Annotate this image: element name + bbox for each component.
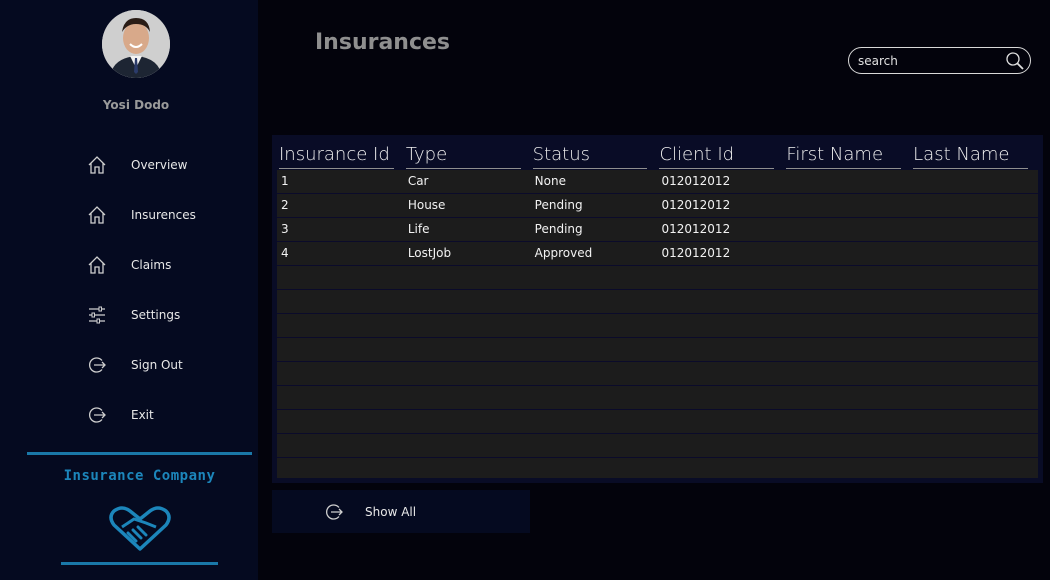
exit-icon: [86, 404, 108, 426]
insurances-table: Insurance Id Type Status Client Id First…: [272, 135, 1043, 483]
page-title: Insurances: [315, 30, 451, 55]
column-header[interactable]: Type: [404, 140, 531, 170]
home-icon: [86, 154, 108, 176]
table-row[interactable]: 3 Life Pending 012012012: [277, 218, 1038, 242]
nav-item-exit[interactable]: Exit: [86, 401, 246, 429]
home-icon: [86, 254, 108, 276]
nav-item-label: Settings: [131, 308, 181, 322]
empty-row: [277, 386, 1038, 410]
table-cell: 012012012: [661, 174, 731, 188]
column-header[interactable]: Insurance Id: [277, 140, 404, 170]
table-row[interactable]: 4 LostJob Approved 012012012: [277, 242, 1038, 266]
sliders-icon: [86, 304, 108, 326]
divider: [27, 452, 252, 455]
table-row[interactable]: 2 House Pending 012012012: [277, 194, 1038, 218]
avatar: [102, 10, 170, 78]
table-cell: [911, 218, 1038, 241]
empty-row: [277, 410, 1038, 434]
table-cell: None: [534, 174, 566, 188]
column-header[interactable]: Client Id: [657, 140, 784, 170]
search-icon[interactable]: [1004, 50, 1026, 72]
table-cell: [784, 218, 911, 241]
table-cell: Approved: [534, 246, 593, 260]
table-cell: [784, 170, 911, 193]
sidebar: Yosi Dodo Overview Insurences Claims Set…: [0, 0, 258, 580]
show-all-label: Show All: [365, 504, 417, 519]
table-cell: 012012012: [661, 246, 731, 260]
table-cell: House: [407, 198, 446, 212]
table-cell: Car: [407, 174, 429, 188]
nav-item-claims[interactable]: Claims: [86, 251, 246, 279]
nav-item-label: Sign Out: [131, 358, 183, 372]
table-cell: Pending: [534, 222, 583, 236]
home-icon: [86, 204, 108, 226]
empty-row: [277, 290, 1038, 314]
exit-icon: [86, 354, 108, 376]
table-cell: 012012012: [661, 198, 731, 212]
table-cell: [911, 170, 1038, 193]
table-cell: Life: [407, 222, 430, 236]
table-cell: 2: [281, 198, 289, 212]
table-row[interactable]: 1 Car None 012012012: [277, 170, 1038, 194]
empty-row: [277, 314, 1038, 338]
nav-item-label: Exit: [131, 408, 154, 422]
column-header[interactable]: First Name: [784, 140, 911, 170]
search-box[interactable]: [848, 47, 1031, 74]
show-all-button[interactable]: Show All: [272, 490, 530, 533]
empty-row: [277, 338, 1038, 362]
search-input[interactable]: [858, 53, 1004, 68]
divider: [61, 562, 218, 565]
column-header[interactable]: Status: [531, 140, 658, 170]
table-cell: 3: [281, 222, 289, 236]
table-cell: 1: [281, 174, 289, 188]
nav-item-settings[interactable]: Settings: [86, 301, 246, 329]
nav-item-sign-out[interactable]: Sign Out: [86, 351, 246, 379]
table-cell: [784, 242, 911, 265]
empty-row: [277, 362, 1038, 386]
nav-item-label: Insurences: [131, 208, 196, 222]
table-cell: Pending: [534, 198, 583, 212]
table-cell: LostJob: [407, 246, 452, 260]
nav-item-label: Overview: [131, 158, 188, 172]
user-name: Yosi Dodo: [102, 98, 170, 112]
table-body: 1 Car None 012012012 2 House Pending 012…: [277, 170, 1038, 478]
handshake-heart-icon: [106, 505, 174, 553]
table-cell: [911, 242, 1038, 265]
nav-item-label: Claims: [131, 258, 172, 272]
empty-row: [277, 266, 1038, 290]
table-cell: [911, 194, 1038, 217]
column-header[interactable]: Last Name: [911, 140, 1038, 170]
nav-item-overview[interactable]: Overview: [86, 151, 246, 179]
table-cell: 4: [281, 246, 289, 260]
exit-icon: [323, 501, 345, 523]
nav-item-insurences[interactable]: Insurences: [86, 201, 246, 229]
empty-row: [277, 434, 1038, 458]
table-cell: [784, 194, 911, 217]
company-name: Insurance Company: [63, 468, 216, 484]
table-header: Insurance Id Type Status Client Id First…: [277, 140, 1038, 170]
table-cell: 012012012: [661, 222, 731, 236]
